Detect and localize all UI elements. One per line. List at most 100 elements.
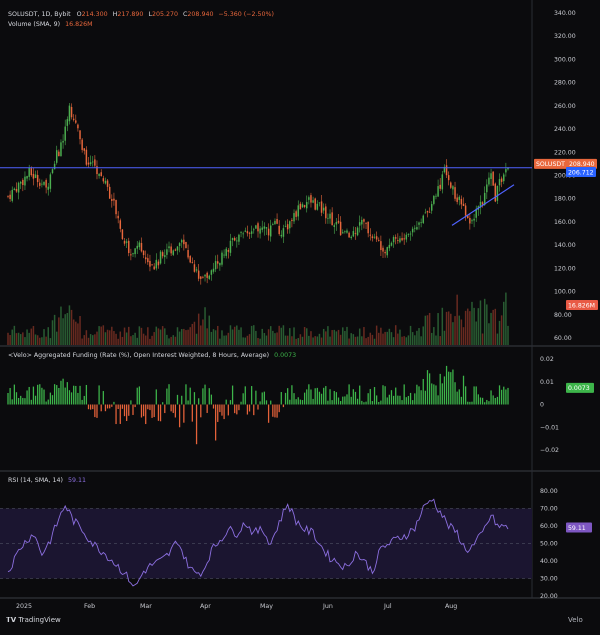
volume-bar [433, 327, 435, 345]
funding-bar [420, 390, 422, 405]
candle-body [250, 231, 253, 234]
volume-bar [47, 327, 49, 345]
funding-bar [225, 399, 227, 405]
volume-bar [505, 292, 507, 345]
funding-bar [414, 393, 416, 405]
volume-bar [439, 336, 441, 345]
candle-body [471, 220, 473, 222]
volume-bar [233, 326, 236, 345]
volume-bar [490, 312, 492, 345]
volume-bar [123, 327, 126, 345]
funding-bar [490, 390, 492, 405]
funding-bar [464, 386, 467, 405]
volume-bar [469, 311, 471, 345]
funding-bar [123, 404, 126, 417]
funding-bar [272, 404, 274, 417]
volume-bar [407, 335, 410, 345]
candle-body [39, 182, 41, 186]
candle-body [426, 211, 429, 213]
funding-bar [109, 404, 111, 409]
legend-funding[interactable]: <Velo> Aggregated Funding (Rate (%), Ope… [8, 352, 296, 359]
funding-bar [181, 395, 183, 405]
legend-volume[interactable]: Volume (SMA, 9) 16.826M [8, 21, 93, 28]
funding-bar [238, 404, 240, 411]
volume-bar [378, 332, 380, 345]
legend-rsi[interactable]: RSI (14, SMA, 14) 59.11 [8, 477, 86, 484]
chart-container[interactable]: 340.00 320.00 300.00 280.00 260.00 240.00 220.… [0, 0, 600, 633]
funding-bar [134, 404, 136, 408]
volume-bar [339, 334, 342, 345]
candle-body [197, 270, 200, 279]
funding-bar [204, 384, 206, 405]
funding-bar [276, 404, 278, 418]
candle-body [333, 225, 336, 227]
volume-bar [458, 315, 461, 345]
volume-bar [115, 333, 117, 345]
volume-bar [473, 307, 475, 345]
candle-body [28, 167, 30, 177]
candle-body [314, 198, 316, 210]
tradingview-logo[interactable]: 𝗧𝗩 TradingView [6, 616, 61, 624]
funding-bar [386, 397, 388, 405]
volume-bar [477, 308, 480, 345]
volume-bar [278, 325, 280, 345]
candle-body [344, 231, 346, 233]
funding-bar [503, 386, 505, 405]
volume-bar [303, 327, 306, 345]
rsi-tick-label: 70.00 [540, 506, 558, 513]
funding-bar [168, 384, 170, 405]
candle-body [53, 163, 56, 170]
candle-body [140, 243, 143, 252]
legend-main[interactable]: SOLUSDT, 1D, Bybit O214.300 H217.890 L20… [8, 11, 274, 18]
candle-body [195, 269, 198, 271]
funding-bar [337, 397, 340, 405]
funding-bar [409, 392, 412, 405]
funding-bar [431, 383, 433, 405]
volume-bar [11, 329, 13, 345]
candle-body [371, 236, 374, 239]
volume-bar [255, 330, 257, 345]
price-tick-label: 260.00 [554, 103, 576, 110]
candle-body [257, 223, 259, 232]
volume-bar [166, 334, 168, 345]
funding-bar [15, 392, 18, 405]
funding-bar [348, 384, 350, 405]
funding-bar [208, 388, 210, 405]
candle-body [458, 196, 461, 200]
candle-body [36, 174, 39, 183]
candle-body [219, 262, 221, 266]
candle-body [305, 202, 308, 209]
candle-body [19, 181, 22, 184]
candle-body [64, 126, 66, 141]
volume-bar [185, 330, 187, 345]
funding-bar [202, 388, 204, 405]
candle-body [293, 213, 295, 222]
funding-bar [240, 401, 242, 405]
candle-body [202, 276, 204, 278]
chart-canvas[interactable]: 340.00 320.00 300.00 280.00 260.00 240.00 220.… [0, 0, 600, 633]
funding-bar [369, 388, 371, 405]
volume-bar [119, 331, 122, 345]
funding-bar [223, 404, 225, 420]
funding-bar [92, 404, 94, 410]
funding-bar [87, 404, 90, 410]
candle-body [231, 238, 234, 240]
volume-bar [149, 338, 151, 345]
legend-open: 214.300 [82, 11, 108, 18]
volume-bar [17, 332, 20, 345]
candle-body [469, 217, 471, 224]
funding-bar [212, 404, 215, 409]
funding-bar [399, 395, 401, 405]
volume-bar [494, 308, 497, 345]
volume-bar [428, 312, 431, 345]
price-tick-label: 60.00 [554, 335, 572, 342]
candle-body [503, 174, 505, 182]
funding-bar [106, 404, 109, 409]
velo-watermark: Velo [568, 616, 583, 624]
funding-tick-label: 0 [540, 402, 544, 409]
volume-bar [168, 338, 170, 345]
funding-bar [20, 395, 22, 405]
funding-bar [342, 396, 344, 405]
funding-tick-label: −0.01 [540, 424, 559, 431]
candle-body [500, 178, 503, 182]
